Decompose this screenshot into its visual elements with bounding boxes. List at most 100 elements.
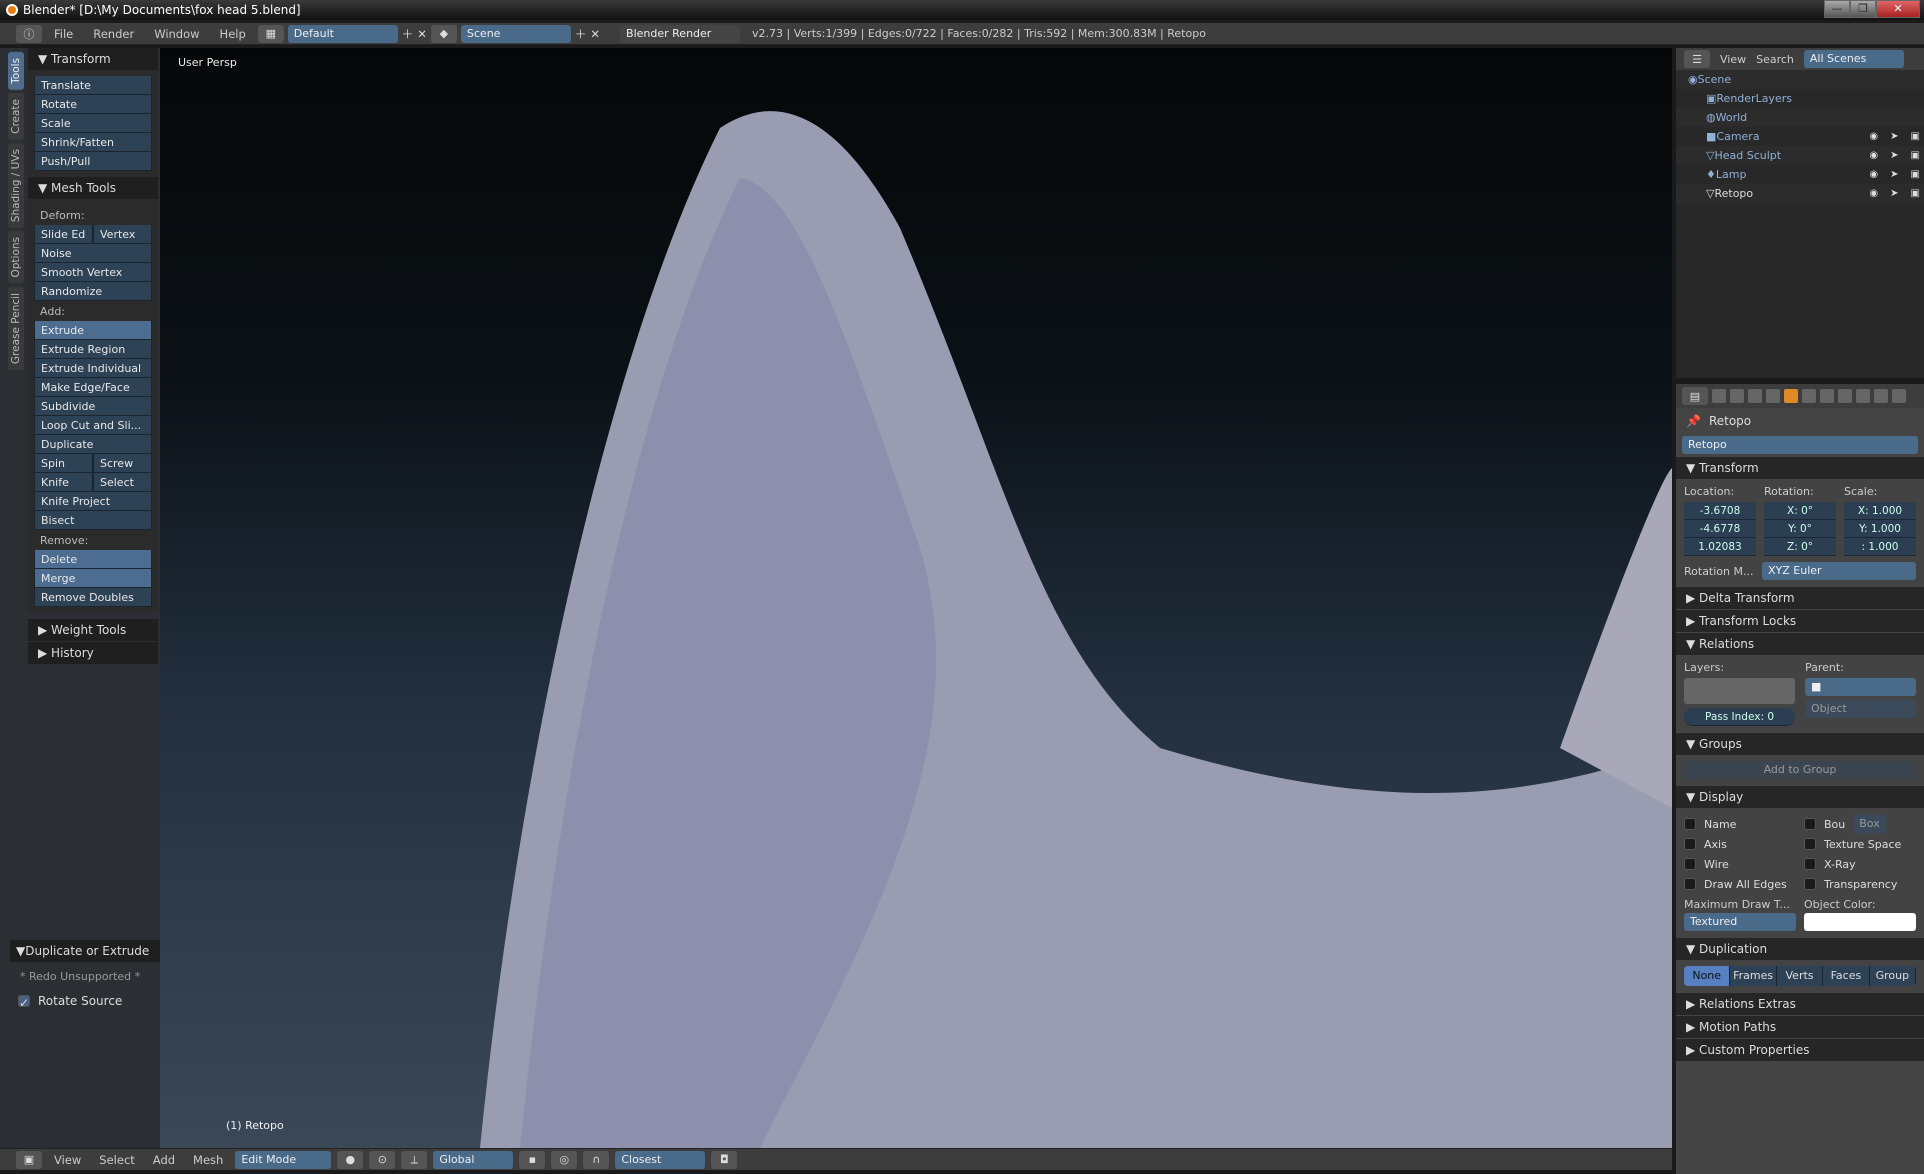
data-tab-icon[interactable] (1838, 389, 1852, 403)
duplication-faces[interactable]: Faces (1823, 966, 1870, 986)
render-camera-icon[interactable]: ▣ (1911, 131, 1920, 142)
translate-button[interactable]: Translate (34, 76, 152, 95)
extrude-region-button[interactable]: Extrude Region (34, 340, 152, 359)
delta-transform-panel-header[interactable]: ▶ Delta Transform (1676, 587, 1924, 609)
add-to-group-button[interactable]: Add to Group (1684, 761, 1916, 779)
duplication-panel-header[interactable]: ▼ Duplication (1676, 938, 1924, 960)
world-tab-icon[interactable] (1766, 389, 1780, 403)
select-cursor-icon[interactable]: ➤ (1890, 131, 1898, 142)
remove-layout-button[interactable]: ✕ (417, 27, 427, 41)
transform-panel-header[interactable]: ▼ Transform (28, 48, 158, 70)
rotate-source-checkbox[interactable]: ✓ Rotate Source (10, 991, 160, 1011)
push-pull-button[interactable]: Push/Pull (34, 152, 152, 171)
outliner-item-renderlayers[interactable]: ▣ RenderLayers (1676, 89, 1924, 108)
rotation-z[interactable]: Z: 0° (1764, 538, 1836, 556)
object-name-field[interactable]: Retopo (1682, 436, 1918, 454)
render-camera-icon[interactable]: ▣ (1911, 150, 1920, 161)
randomize-button[interactable]: Randomize (34, 282, 152, 301)
location-y[interactable]: -4.6778 (1684, 520, 1756, 538)
display-wire-checkbox[interactable]: Wire (1684, 854, 1796, 874)
pivot-point-icon[interactable]: ⊙ (369, 1150, 396, 1169)
add-layout-button[interactable]: ＋ (402, 26, 414, 42)
visibility-eye-icon[interactable]: ◉ (1869, 150, 1878, 161)
pin-icon[interactable]: 📌 (1686, 414, 1701, 428)
x-ray-checkbox[interactable]: X-Ray (1804, 854, 1916, 874)
relations-extras-panel-header[interactable]: ▶ Relations Extras (1676, 993, 1924, 1015)
minimize-button[interactable]: — (1824, 0, 1850, 18)
layers-grid[interactable] (1684, 678, 1795, 704)
menu-view[interactable]: View (48, 1153, 87, 1167)
duplication-none[interactable]: None (1684, 966, 1731, 986)
render-icon[interactable]: ◘ (711, 1150, 738, 1169)
viewport-shading-icon[interactable]: ● (337, 1150, 364, 1169)
vertex-select-icon[interactable]: ▪ (519, 1150, 546, 1169)
texture-tab-icon[interactable] (1874, 389, 1888, 403)
weight-tools-panel-header[interactable]: ▶ Weight Tools (28, 619, 158, 641)
duplicate-button[interactable]: Duplicate (34, 435, 152, 454)
rotation-y[interactable]: Y: 0° (1764, 520, 1836, 538)
layout-field[interactable]: Default (287, 24, 398, 43)
subdivide-button[interactable]: Subdivide (34, 397, 152, 416)
menu-mesh[interactable]: Mesh (187, 1153, 229, 1167)
draw-all-edges-checkbox[interactable]: Draw All Edges (1684, 874, 1796, 894)
visibility-eye-icon[interactable]: ◉ (1869, 188, 1878, 199)
screen-layout-icon[interactable]: ▦ (257, 24, 284, 43)
menu-window[interactable]: Window (146, 27, 207, 41)
render-camera-icon[interactable]: ▣ (1911, 188, 1920, 199)
transparency-checkbox[interactable]: Transparency (1804, 874, 1916, 894)
transform-panel-header[interactable]: ▼ Transform (1676, 457, 1924, 479)
outliner-menu-view[interactable]: View (1720, 53, 1746, 66)
transform-locks-panel-header[interactable]: ▶ Transform Locks (1676, 610, 1924, 632)
visibility-eye-icon[interactable]: ◉ (1869, 169, 1878, 180)
smooth-vertex-button[interactable]: Smooth Vertex (34, 263, 152, 282)
editor-type-outliner-icon[interactable]: ☰ (1684, 50, 1710, 68)
tab-shading-uvs[interactable]: Shading / UVs (8, 142, 24, 228)
slide-edge-button[interactable]: Slide Ed (34, 225, 93, 244)
add-scene-button[interactable]: ＋ (575, 26, 587, 42)
editor-type-3dview-icon[interactable]: ▣ (16, 1150, 42, 1169)
texture-space-checkbox[interactable]: Texture Space (1804, 834, 1916, 854)
select-cursor-icon[interactable]: ➤ (1890, 169, 1898, 180)
editor-type-info-icon[interactable]: ⓘ (16, 24, 42, 43)
orientation-select[interactable]: Global (433, 1150, 514, 1169)
select-cursor-icon[interactable]: ➤ (1890, 150, 1898, 161)
display-bounds-checkbox[interactable]: Bou Box (1804, 814, 1916, 834)
max-draw-type-select[interactable]: Textured (1684, 913, 1796, 931)
spin-button[interactable]: Spin (34, 454, 93, 473)
render-camera-icon[interactable]: ▣ (1911, 169, 1920, 180)
parent-type-select[interactable]: Object (1805, 700, 1916, 718)
display-axis-checkbox[interactable]: Axis (1684, 834, 1796, 854)
display-name-checkbox[interactable]: Name (1684, 814, 1796, 834)
extrude-menu[interactable]: Extrude (34, 321, 152, 340)
loop-cut-button[interactable]: Loop Cut and Sli... (34, 416, 152, 435)
rotation-x[interactable]: X: 0° (1764, 502, 1836, 520)
remove-doubles-button[interactable]: Remove Doubles (34, 588, 152, 607)
knife-select-button[interactable]: Select (93, 473, 152, 492)
particles-tab-icon[interactable] (1892, 389, 1906, 403)
extrude-individual-button[interactable]: Extrude Individual (34, 359, 152, 378)
menu-render[interactable]: Render (85, 27, 142, 41)
scale-y[interactable]: Y: 1.000 (1844, 520, 1916, 538)
outliner-item-head-sculpt[interactable]: ▽ Head Sculpt ◉ ➤ ▣ (1676, 146, 1924, 165)
scale-button[interactable]: Scale (34, 114, 152, 133)
outliner-item-retopo[interactable]: ▽ Retopo ◉ ➤ ▣ (1676, 184, 1924, 203)
tab-options[interactable]: Options (8, 230, 24, 284)
knife-project-button[interactable]: Knife Project (34, 492, 152, 511)
object-color-swatch[interactable] (1804, 913, 1916, 931)
history-panel-header[interactable]: ▶ History (28, 642, 158, 664)
duplication-frames[interactable]: Frames (1730, 966, 1777, 986)
outliner-filter-select[interactable]: All Scenes (1803, 50, 1904, 68)
mode-select[interactable]: Edit Mode (235, 1150, 332, 1169)
outliner-item-world[interactable]: ◍ World (1676, 108, 1924, 127)
tab-create[interactable]: Create (8, 92, 24, 140)
tab-tools[interactable]: Tools (8, 52, 24, 90)
parent-field[interactable]: ■ (1805, 678, 1916, 696)
scale-z[interactable]: : 1.000 (1844, 538, 1916, 556)
motion-paths-panel-header[interactable]: ▶ Motion Paths (1676, 1016, 1924, 1038)
tab-grease-pencil[interactable]: Grease Pencil (8, 286, 24, 370)
restore-button[interactable]: ❐ (1850, 0, 1876, 18)
relations-panel-header[interactable]: ▼ Relations (1676, 633, 1924, 655)
editor-type-properties-icon[interactable]: ▤ (1682, 387, 1708, 405)
menu-select[interactable]: Select (93, 1153, 140, 1167)
manipulator-icon[interactable]: ⟂ (401, 1150, 428, 1169)
